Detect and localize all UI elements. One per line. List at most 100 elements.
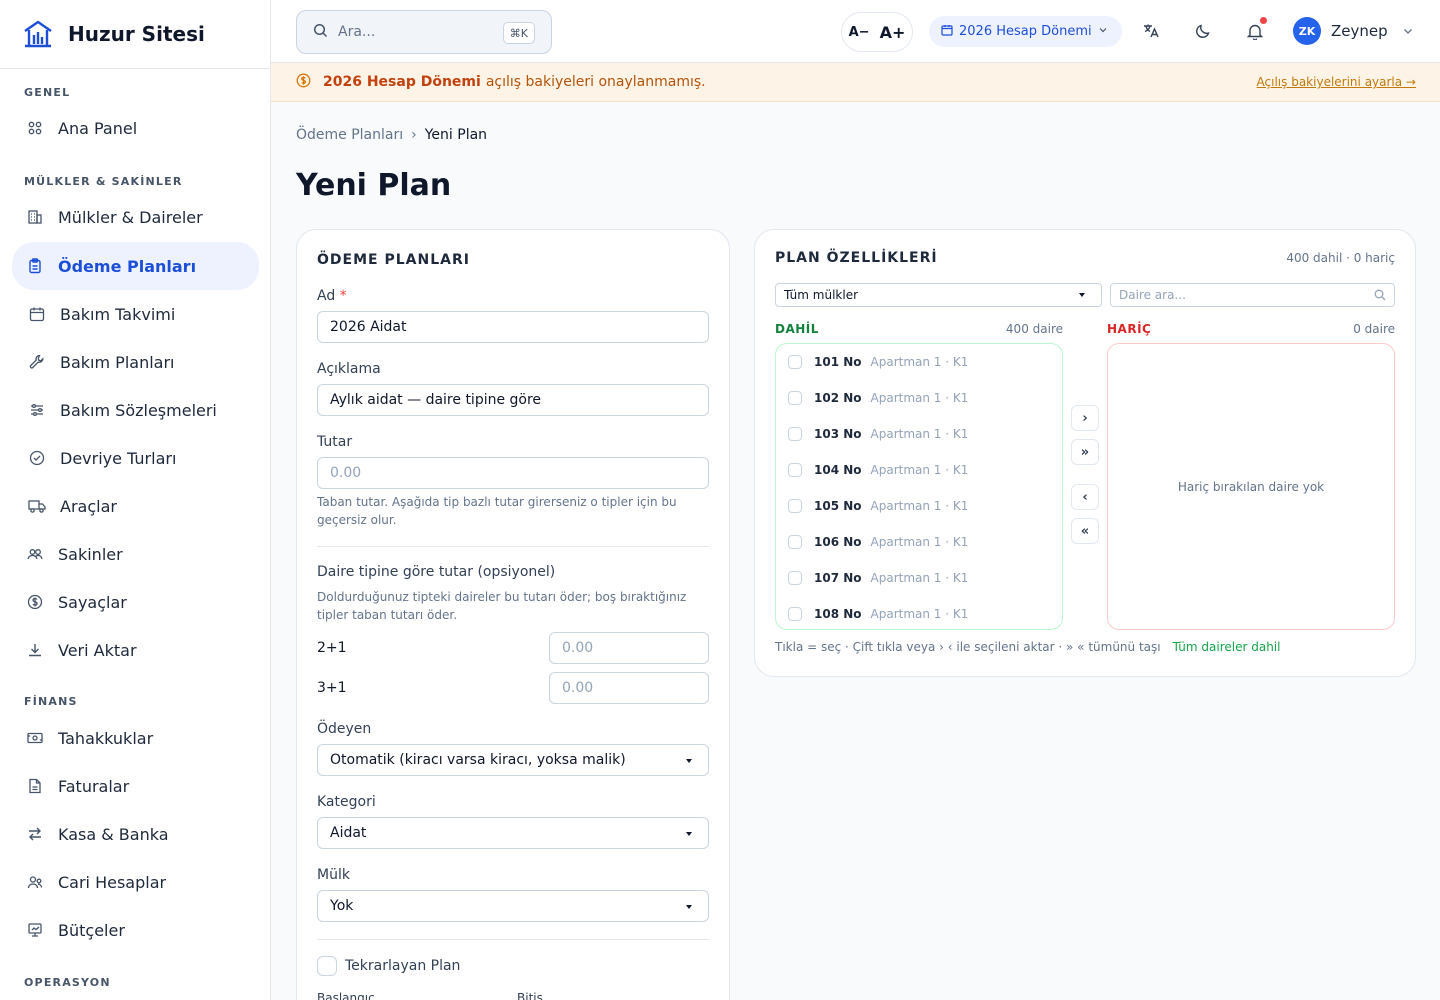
sidebar-item-ana-panel[interactable]: Ana Panel [12,104,259,152]
name-label-text: Ad [317,288,336,304]
list-item[interactable]: 106 No Apartman 1 · K1 [788,532,968,552]
user-name: Zeynep [1331,22,1388,40]
unit-location: Apartman 1 · K1 [870,535,969,549]
description-input[interactable]: Aylık aidat — daire tipine göre [317,384,709,416]
recurring-plan-toggle[interactable]: Tekrarlayan Plan [317,956,460,976]
unit-number: 108 No [814,607,862,621]
name-input[interactable]: 2026 Aidat [317,311,709,343]
set-opening-balances-link[interactable]: Açılış bakiyelerini ayarla → [1257,75,1416,89]
property-filter-select[interactable]: Tüm mülkler [775,283,1102,307]
unit-location: Apartman 1 · K1 [870,571,969,585]
sidebar-item-butceler[interactable]: Bütçeler [12,906,259,954]
property-select[interactable]: Yok [317,890,709,922]
list-item[interactable]: 105 No Apartman 1 · K1 [788,496,968,516]
unit-checkbox[interactable] [788,463,802,477]
breadcrumb-parent[interactable]: Ödeme Planları [296,127,403,143]
category-select[interactable]: Aidat [317,817,709,849]
sidebar-item-sayaclar[interactable]: Sayaçlar [12,578,259,626]
sidebar-item-tahakkuklar[interactable]: Tahakkuklar [12,714,259,762]
list-item[interactable]: 107 No Apartman 1 · K1 [788,568,968,588]
move-selected-left-button[interactable]: ‹ [1071,484,1099,510]
sidebar-item-label: Mülkler & Daireler [58,207,203,227]
banner-period: 2026 Hesap Dönemi [323,74,481,90]
sidebar-item-devriye[interactable]: Devriye Turları [12,434,259,482]
budget-icon [26,921,44,939]
list-item[interactable]: 108 No Apartman 1 · K1 [788,604,968,624]
download-icon [26,641,44,659]
unit-checkbox[interactable] [788,499,802,513]
sidebar-item-cari[interactable]: Cari Hesaplar [12,858,259,906]
font-decrease-button[interactable]: A− [849,25,870,40]
search-shortcut: ⌘K [502,22,535,44]
search-input[interactable]: Ara... ⌘K [296,10,552,54]
amount-input[interactable]: 0.00 [317,457,709,489]
transfer-hint: Tıkla = seç · Çift tıkla veya › ‹ ile se… [775,640,1280,654]
unit-location: Apartman 1 · K1 [870,355,969,369]
type-label-3-1: 3+1 [317,680,347,696]
included-units-list[interactable]: 101 No Apartman 1 · K1 102 No Apartman 1… [775,343,1063,630]
user-group-icon [26,873,44,891]
unit-location: Apartman 1 · K1 [870,499,969,513]
list-item[interactable]: 102 No Apartman 1 · K1 [788,388,968,408]
move-all-left-button[interactable]: « [1071,518,1099,544]
bell-icon[interactable] [1245,17,1267,41]
unit-checkbox[interactable] [788,571,802,585]
move-selected-right-button[interactable]: › [1071,405,1099,431]
payer-select[interactable]: Otomatik (kiracı varsa kiracı, yoksa mal… [317,744,709,776]
sidebar-item-bakim-sozlesmeleri[interactable]: Bakım Sözleşmeleri [12,386,259,434]
unit-search-input[interactable]: Daire ara... [1110,283,1395,307]
moon-icon[interactable] [1193,21,1213,41]
unit-number: 106 No [814,535,862,549]
category-label: Kategori [317,794,376,810]
font-increase-button[interactable]: A+ [880,23,906,42]
brand[interactable]: Huzur Sitesi [0,0,270,69]
sidebar-item-label: Faturalar [58,776,130,796]
sidebar-item-veri-aktar[interactable]: Veri Aktar [12,626,259,674]
sidebar-item-kasa[interactable]: Kasa & Banka [12,810,259,858]
excluded-units-list[interactable]: Hariç bırakılan daire yok [1107,343,1395,630]
sidebar-item-bakim-planlari[interactable]: Bakım Planları [12,338,259,386]
unit-location: Apartman 1 · K1 [870,463,969,477]
move-all-right-button[interactable]: » [1071,439,1099,465]
breadcrumb: Ödeme Planları › Yeni Plan [296,127,487,143]
type-amount-input-2-1[interactable]: 0.00 [549,632,709,664]
clipboard-icon [26,257,44,275]
sidebar-item-label: Bütçeler [58,920,125,940]
property-filter-value: Tüm mülkler [784,288,859,302]
name-label: Ad * [317,288,709,304]
truck-icon [28,497,46,515]
list-item[interactable]: 104 No Apartman 1 · K1 [788,460,968,480]
sidebar-item-bakim-takvimi[interactable]: Bakım Takvimi [12,290,259,338]
sidebar-item-sakinler[interactable]: Sakinler [12,530,259,578]
sidebar-item-label: Ödeme Planları [58,256,197,276]
type-label-2-1: 2+1 [317,640,347,656]
breadcrumb-current: Yeni Plan [424,127,488,143]
sidebar-item-mulkler[interactable]: Mülkler & Daireler [12,193,259,241]
sidebar-item-faturalar[interactable]: Faturalar [12,762,259,810]
unit-location: Apartman 1 · K1 [870,427,969,441]
sliders-icon [28,401,46,419]
translate-icon[interactable] [1141,21,1161,41]
unit-checkbox[interactable] [788,391,802,405]
unit-checkbox[interactable] [788,607,802,621]
unit-checkbox[interactable] [788,355,802,369]
list-item[interactable]: 101 No Apartman 1 · K1 [788,352,968,372]
grid-icon [26,119,44,137]
unit-number: 107 No [814,571,862,585]
list-item[interactable]: 103 No Apartman 1 · K1 [788,424,968,444]
calendar-icon [28,305,46,323]
recurring-checkbox[interactable] [317,956,337,976]
caret-down-icon [686,832,692,836]
sidebar-item-odeme-planlari[interactable]: Ödeme Planları [12,242,259,290]
type-amount-input-3-1[interactable]: 0.00 [549,672,709,704]
brand-name: Huzur Sitesi [68,22,205,46]
plan-summary: 400 dahil · 0 hariç [1286,251,1395,265]
unit-number: 104 No [814,463,862,477]
sidebar-item-araclar[interactable]: Araçlar [12,482,259,530]
fiscal-period-selector[interactable]: 2026 Hesap Dönemi [929,16,1122,47]
payer-field-group: Ödeyen Otomatik (kiracı varsa kiracı, yo… [317,721,709,776]
unit-checkbox[interactable] [788,535,802,549]
user-menu[interactable]: ZK Zeynep [1293,17,1414,45]
unit-number: 103 No [814,427,862,441]
unit-checkbox[interactable] [788,427,802,441]
